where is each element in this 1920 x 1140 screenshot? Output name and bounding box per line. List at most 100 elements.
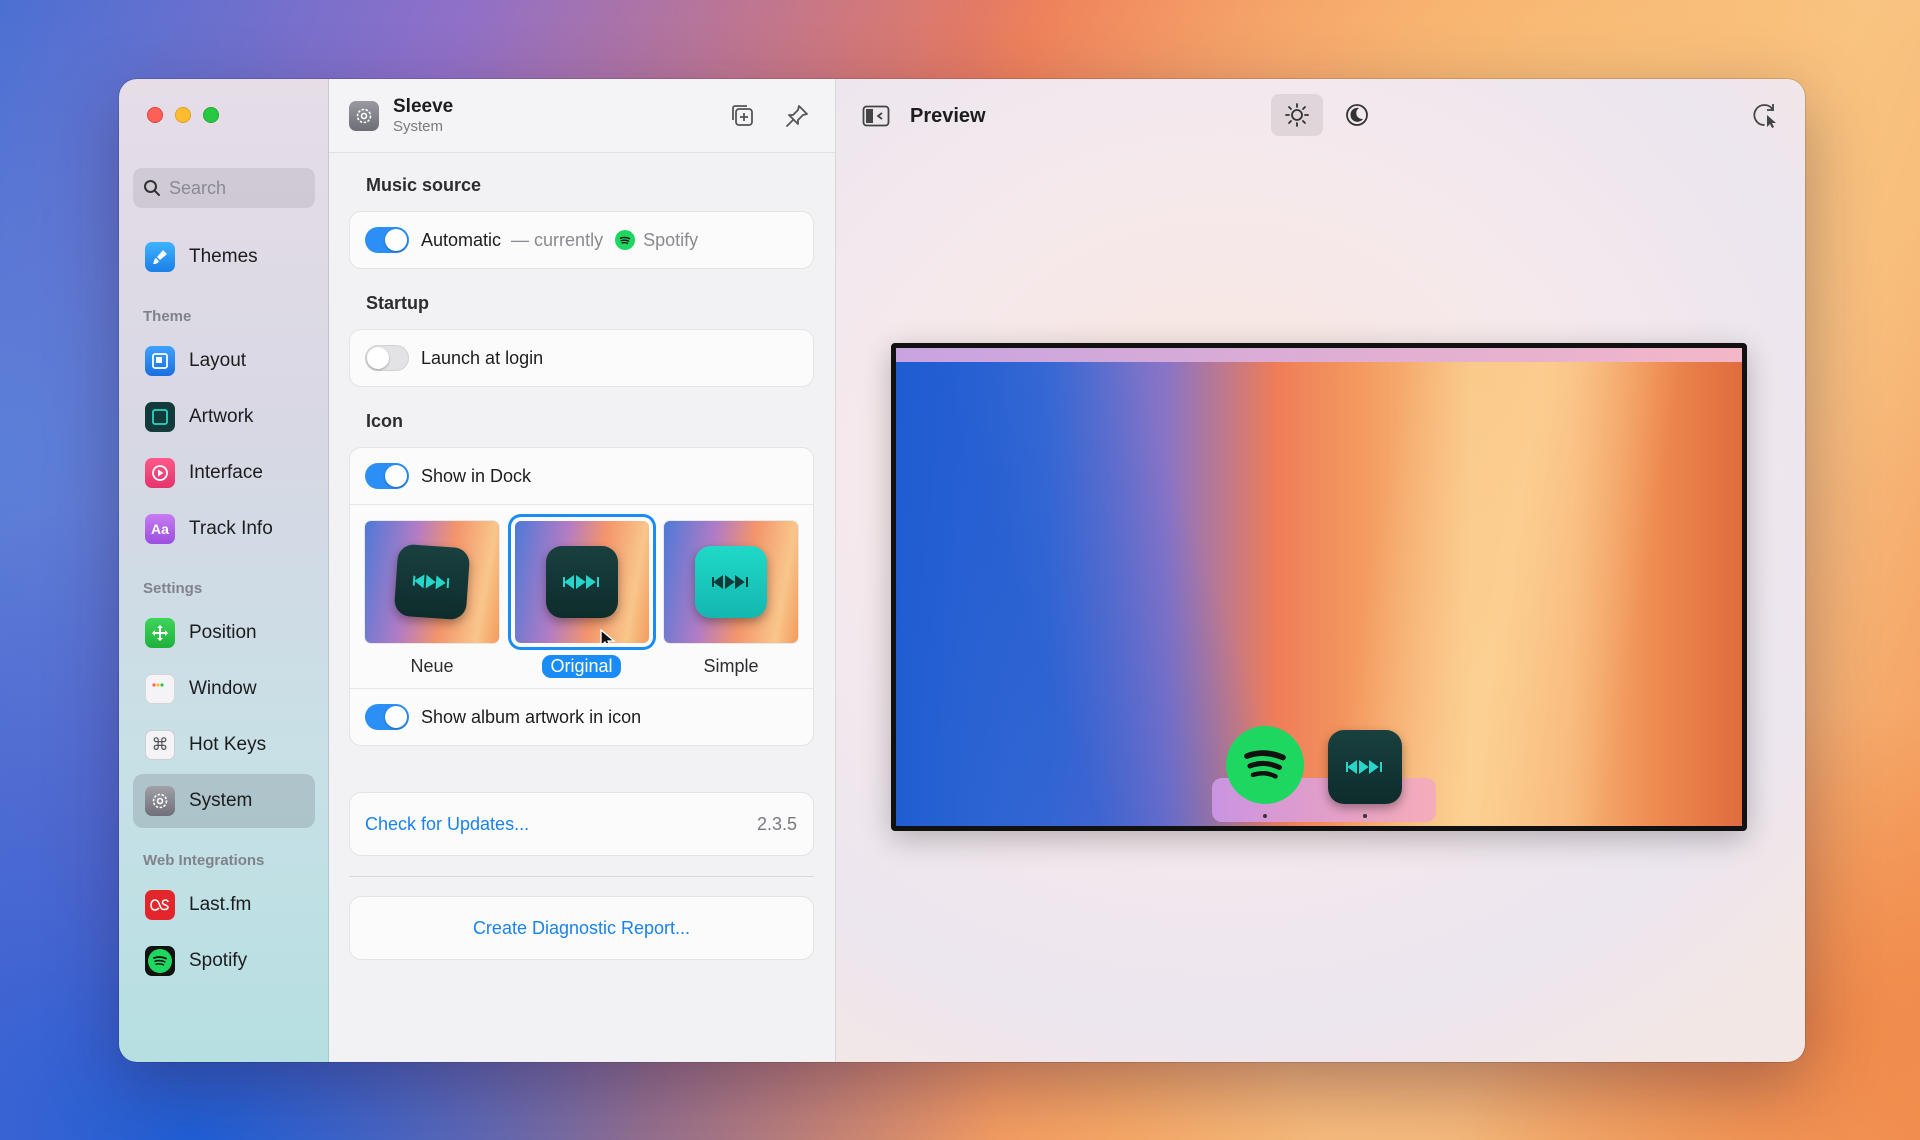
close-button[interactable] <box>147 107 163 123</box>
search-icon <box>144 180 160 196</box>
diagnostic-card: Create Diagnostic Report... <box>349 896 814 960</box>
gear-icon <box>145 786 175 816</box>
music-source-heading: Music source <box>366 175 482 195</box>
paintbrush-icon <box>145 242 175 272</box>
launch-at-login-toggle[interactable] <box>365 345 409 371</box>
layout-icon <box>145 346 175 376</box>
automatic-label: Automatic <box>421 229 502 250</box>
icon-style-picker: Neue Original Simple <box>350 505 813 688</box>
running-indicator <box>1263 814 1267 818</box>
moon-icon <box>1346 104 1368 126</box>
spotify-icon <box>145 946 175 976</box>
zoom-button[interactable] <box>203 107 219 123</box>
preview-menu-bar <box>896 348 1742 362</box>
light-mode-button[interactable] <box>1271 94 1323 136</box>
icon-preview-original <box>514 521 649 643</box>
sidebar-item-label: Hot Keys <box>189 734 267 755</box>
media-controls-icon <box>393 543 471 621</box>
pin-icon <box>786 104 808 127</box>
toggle-sidebar-button[interactable] <box>862 105 890 127</box>
section-label-settings: Settings <box>143 580 203 597</box>
icon-heading: Icon <box>366 411 404 431</box>
currently-label: — currently <box>511 229 604 250</box>
music-source-card: Automatic — currently Spotify <box>349 211 814 269</box>
page-title: Sleeve <box>393 96 454 117</box>
sleeve-dock-icon <box>1328 730 1412 804</box>
section-label-theme: Theme <box>143 308 192 325</box>
sidebar-item-label: Artwork <box>189 406 254 427</box>
icon-choice-label: Original <box>542 655 621 678</box>
automatic-toggle[interactable] <box>365 227 409 253</box>
search-field[interactable] <box>133 168 315 208</box>
icon-choice-label: Simple <box>703 656 759 676</box>
sidebar-item-system[interactable]: System <box>133 774 315 828</box>
desktop-preview <box>891 343 1747 831</box>
lastfm-icon <box>145 890 175 920</box>
sidebar-item-artwork[interactable]: Artwork <box>133 390 315 444</box>
sidebar-item-layout[interactable]: Layout <box>133 334 315 388</box>
version-label: 2.3.5 <box>756 813 797 834</box>
sidebar-item-label: Window <box>189 678 257 699</box>
add-copy-icon <box>732 104 753 126</box>
section-label-web-integrations: Web Integrations <box>143 852 265 869</box>
album-artwork-toggle[interactable] <box>365 704 409 730</box>
window-icon <box>145 674 175 704</box>
icon-choice-simple[interactable]: Simple <box>664 521 798 678</box>
dark-mode-button[interactable] <box>1331 94 1383 136</box>
sidebar-item-lastfm[interactable]: Last.fm <box>133 878 315 932</box>
create-diagnostic-report-link[interactable]: Create Diagnostic Report... <box>473 918 690 939</box>
media-controls-icon <box>695 546 767 618</box>
icon-choice-label: Neue <box>410 656 454 676</box>
sidebar-item-label: Position <box>189 622 257 643</box>
text-icon: Aa <box>145 514 175 544</box>
reset-preview-button[interactable] <box>1747 97 1783 133</box>
settings-header: Sleeve System <box>329 79 835 153</box>
startup-heading: Startup <box>366 293 429 313</box>
preview-title: Preview <box>910 104 986 127</box>
sidebar-item-label: Last.fm <box>189 894 252 915</box>
sidebar-item-window[interactable]: Window <box>133 662 315 716</box>
album-artwork-label: Show album artwork in icon <box>421 706 642 727</box>
search-input[interactable] <box>169 177 309 199</box>
minimize-button[interactable] <box>175 107 191 123</box>
sidebar-item-spotify[interactable]: Spotify <box>133 934 315 988</box>
show-in-dock-toggle[interactable] <box>365 463 409 489</box>
updates-card: Check for Updates... 2.3.5 <box>349 792 814 856</box>
sidebar-item-label: Themes <box>189 246 258 267</box>
running-indicator <box>1363 814 1367 818</box>
sidebar-item-position[interactable]: Position <box>133 606 315 660</box>
check-for-updates-link[interactable]: Check for Updates... <box>365 814 529 835</box>
media-controls-icon <box>545 546 628 618</box>
sidebar: Themes Theme Layout Artwork Interface Aa… <box>119 79 329 1062</box>
icon-choice-original[interactable]: Original <box>514 521 649 678</box>
sidebar-item-label: Spotify <box>189 950 248 971</box>
launch-at-login-label: Launch at login <box>421 347 544 368</box>
startup-card: Launch at login <box>349 329 814 387</box>
icon-card: Show in Dock Neue Original Simple Show a… <box>349 447 814 746</box>
app-window: Themes Theme Layout Artwork Interface Aa… <box>119 79 1805 1062</box>
window-controls <box>147 107 219 123</box>
sidebar-item-label: Track Info <box>189 518 273 539</box>
sidebar-toggle-icon <box>862 105 890 127</box>
cursor-icon <box>599 629 616 643</box>
sidebar-item-interface[interactable]: Interface <box>133 446 315 500</box>
sidebar-item-themes[interactable]: Themes <box>133 230 315 284</box>
sun-icon <box>1285 103 1309 127</box>
sidebar-item-track-info[interactable]: Aa Track Info <box>133 502 315 556</box>
icon-choice-neue[interactable]: Neue <box>365 521 499 678</box>
preview-pane: Preview <box>836 79 1805 1062</box>
sidebar-item-label: Interface <box>189 462 263 483</box>
icon-preview-neue <box>365 521 499 643</box>
play-circle-icon <box>145 458 175 488</box>
show-in-dock-label: Show in Dock <box>421 465 532 486</box>
sleeve-app-icon <box>349 100 379 131</box>
spotify-icon <box>1226 726 1304 804</box>
pin-button[interactable] <box>779 98 815 134</box>
icon-preview-simple <box>664 521 798 643</box>
spotify-icon <box>615 230 636 250</box>
duplicate-button[interactable] <box>725 98 761 134</box>
page-subtitle: System <box>393 118 444 135</box>
sidebar-item-hot-keys[interactable]: ⌘ Hot Keys <box>133 718 315 772</box>
sidebar-item-label: System <box>189 790 253 811</box>
move-arrows-icon <box>145 618 175 648</box>
